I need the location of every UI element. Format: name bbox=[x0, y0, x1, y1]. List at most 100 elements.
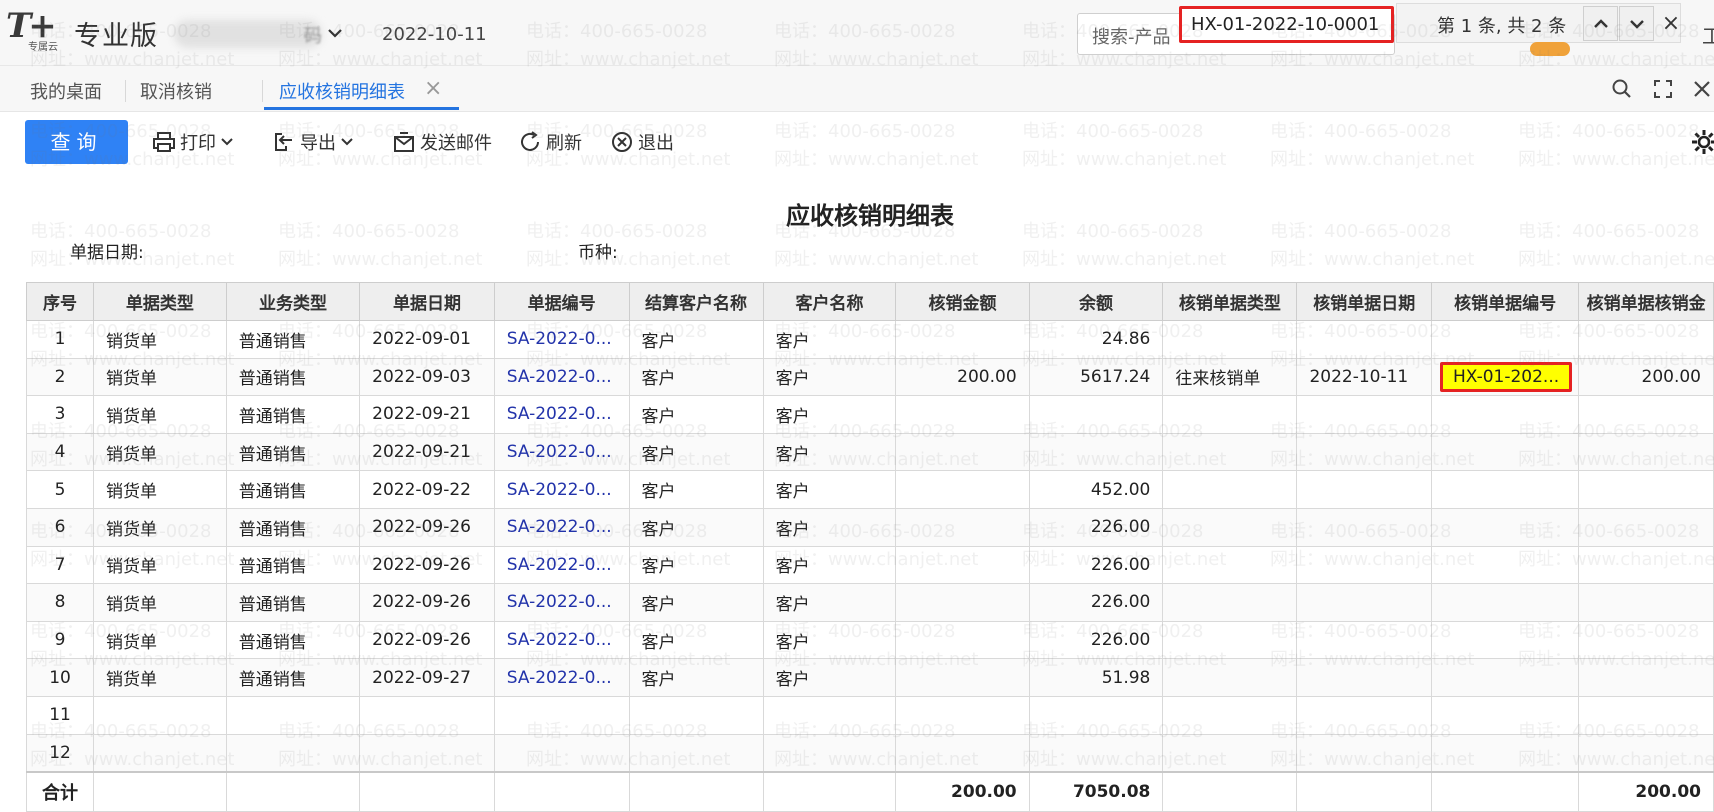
table-cell: 2022-09-22 bbox=[359, 470, 495, 509]
table-row[interactable]: 10 销货单 普通销售 2022-09-27 SA-2022-0... 客户 客户 51.98 bbox=[25, 658, 1714, 697]
table-cell[interactable]: SA-2022-0... bbox=[493, 432, 630, 472]
find-close-button[interactable]: × bbox=[1661, 8, 1681, 40]
table-cell: 客户 bbox=[762, 545, 897, 585]
table-cell: 4 bbox=[25, 432, 95, 472]
toolbar-edge-label[interactable]: 工 bbox=[1702, 20, 1714, 49]
table-cell bbox=[1162, 733, 1298, 773]
search-icon[interactable] bbox=[1609, 76, 1635, 102]
table-row[interactable]: 5 销货单 普通销售 2022-09-22 SA-2022-0... 客户 客户 452.00 bbox=[25, 470, 1714, 509]
column-header[interactable]: 核销单据日期 bbox=[1296, 282, 1432, 321]
table-cell bbox=[1028, 395, 1164, 434]
table-row[interactable]: 1 销货单 普通销售 2022-09-01 SA-2022-0... 客户 客户 24.86 bbox=[25, 320, 1714, 359]
table-cell[interactable]: SA-2022-0... bbox=[493, 583, 630, 622]
table-row[interactable]: 7 销货单 普通销售 2022-09-26 SA-2022-0... 客户 客户 226.00 bbox=[25, 545, 1714, 585]
find-match-highlight[interactable]: HX-01-202... bbox=[1440, 361, 1573, 392]
table-cell bbox=[1162, 695, 1298, 735]
table-row[interactable]: 2 销货单 普通销售 2022-09-03 SA-2022-0... 客户 客户 200.00… bbox=[25, 357, 1714, 397]
gear-icon[interactable] bbox=[1690, 128, 1714, 156]
tab-separator bbox=[262, 80, 263, 102]
table-cell bbox=[1430, 470, 1580, 509]
table-cell: 销货单 bbox=[93, 545, 227, 585]
find-previous-button[interactable] bbox=[1583, 6, 1618, 41]
column-header[interactable]: 业务类型 bbox=[225, 282, 361, 321]
table-cell[interactable]: SA-2022-0... bbox=[493, 320, 630, 359]
export-icon bbox=[275, 133, 292, 151]
table-cell bbox=[93, 695, 227, 735]
table-row[interactable]: 4 销货单 普通销售 2022-09-21 SA-2022-0... 客户 客户 bbox=[25, 432, 1714, 472]
mail-icon bbox=[394, 132, 414, 152]
column-header[interactable]: 核销单据编号 bbox=[1430, 282, 1580, 321]
close-icon[interactable] bbox=[1689, 76, 1714, 102]
refresh-button[interactable]: 刷新 bbox=[518, 128, 582, 156]
table-cell bbox=[1430, 320, 1580, 359]
table-cell bbox=[895, 320, 1030, 359]
column-header[interactable]: 余额 bbox=[1028, 282, 1164, 321]
tab-close-icon[interactable]: × bbox=[424, 76, 442, 101]
table-cell bbox=[1162, 470, 1298, 509]
table-cell[interactable] bbox=[493, 733, 630, 773]
column-header[interactable]: 单据日期 bbox=[359, 282, 495, 321]
find-next-button[interactable] bbox=[1619, 6, 1654, 41]
column-header[interactable]: 单据类型 bbox=[93, 282, 227, 321]
tab-receivable-writeoff-detail[interactable]: 应收核销明细表 bbox=[279, 78, 405, 104]
column-header[interactable]: 序号 bbox=[25, 282, 95, 321]
column-header[interactable]: 核销单据核销金 bbox=[1578, 282, 1714, 321]
tab-my-desktop[interactable]: 我的桌面 bbox=[30, 78, 102, 104]
table-row[interactable]: 6 销货单 普通销售 2022-09-26 SA-2022-0... 客户 客户 226.00 bbox=[25, 507, 1714, 547]
account-selector[interactable] bbox=[174, 20, 322, 48]
table-cell bbox=[1430, 583, 1580, 622]
table-row[interactable]: 12 bbox=[25, 733, 1714, 773]
table-cell: 6 bbox=[25, 507, 95, 547]
export-button[interactable]: 导出 bbox=[272, 128, 358, 156]
printer-icon bbox=[153, 132, 175, 152]
table-cell[interactable]: SA-2022-0... bbox=[493, 545, 630, 585]
exit-button[interactable]: 退出 bbox=[610, 128, 674, 156]
chevron-up-icon bbox=[1593, 18, 1608, 28]
table-cell bbox=[1028, 432, 1164, 472]
send-email-button[interactable]: 发送邮件 bbox=[392, 128, 492, 156]
logo-subtitle: 专属云 bbox=[28, 42, 58, 53]
print-button[interactable]: 打印 bbox=[152, 128, 238, 156]
column-header[interactable]: 核销单据类型 bbox=[1162, 282, 1298, 321]
user-avatar-badge[interactable] bbox=[1530, 42, 1570, 56]
refresh-label: 刷新 bbox=[546, 133, 582, 154]
table-cell[interactable]: SA-2022-0... bbox=[493, 357, 630, 397]
column-header[interactable]: 单据编号 bbox=[493, 282, 630, 321]
column-header[interactable]: 客户名称 bbox=[762, 282, 897, 321]
table-cell: 2022-09-26 bbox=[359, 620, 495, 660]
table-cell: 客户 bbox=[628, 357, 764, 397]
table-row[interactable]: 8 销货单 普通销售 2022-09-26 SA-2022-0... 客户 客户 226.00 bbox=[25, 583, 1714, 622]
table-cell[interactable]: SA-2022-0... bbox=[493, 395, 630, 434]
find-input[interactable]: HX-01-2022-10-0001 bbox=[1179, 6, 1394, 43]
table-cell: 客户 bbox=[762, 658, 897, 697]
query-button[interactable]: 查询 bbox=[25, 120, 128, 164]
table-cell bbox=[1430, 432, 1580, 472]
table-cell[interactable]: SA-2022-0... bbox=[493, 620, 630, 660]
table-cell bbox=[1162, 583, 1298, 622]
table-cell: 51.98 bbox=[1028, 658, 1164, 697]
top-bar: T+ 专属云 专业版 码 2022-10-11 搜索-产品 HX-01-2022… bbox=[0, 0, 1714, 66]
table-cell: 226.00 bbox=[1028, 583, 1164, 622]
table-cell bbox=[895, 583, 1030, 622]
table-cell: 客户 bbox=[628, 658, 764, 697]
table-row[interactable]: 3 销货单 普通销售 2022-09-21 SA-2022-0... 客户 客户 bbox=[25, 395, 1714, 434]
app-logo[interactable]: T+ 专属云 bbox=[6, 6, 68, 53]
table-cell[interactable]: SA-2022-0... bbox=[493, 507, 630, 547]
tab-cancel-writeoff[interactable]: 取消核销 bbox=[140, 78, 212, 104]
table-cell bbox=[1578, 432, 1714, 472]
table-cell: 普通销售 bbox=[225, 432, 361, 472]
table-cell bbox=[1162, 432, 1298, 472]
table-row[interactable]: 11 bbox=[25, 695, 1714, 735]
chevron-down-icon[interactable] bbox=[326, 24, 344, 42]
table-cell: 7 bbox=[25, 545, 95, 585]
table-row[interactable]: 9 销货单 普通销售 2022-09-26 SA-2022-0... 客户 客户 226.00 bbox=[25, 620, 1714, 660]
column-header[interactable]: 核销金额 bbox=[895, 282, 1030, 321]
column-header[interactable]: 结算客户名称 bbox=[628, 282, 764, 321]
table-cell bbox=[895, 395, 1030, 434]
table-cell bbox=[1162, 395, 1298, 434]
table-cell[interactable]: SA-2022-0... bbox=[493, 658, 630, 697]
table-cell[interactable]: SA-2022-0... bbox=[493, 470, 630, 509]
fullscreen-icon[interactable] bbox=[1650, 76, 1676, 102]
watermark-site: 网址：www.chanjet.net bbox=[774, 249, 979, 270]
table-cell[interactable] bbox=[493, 695, 630, 735]
